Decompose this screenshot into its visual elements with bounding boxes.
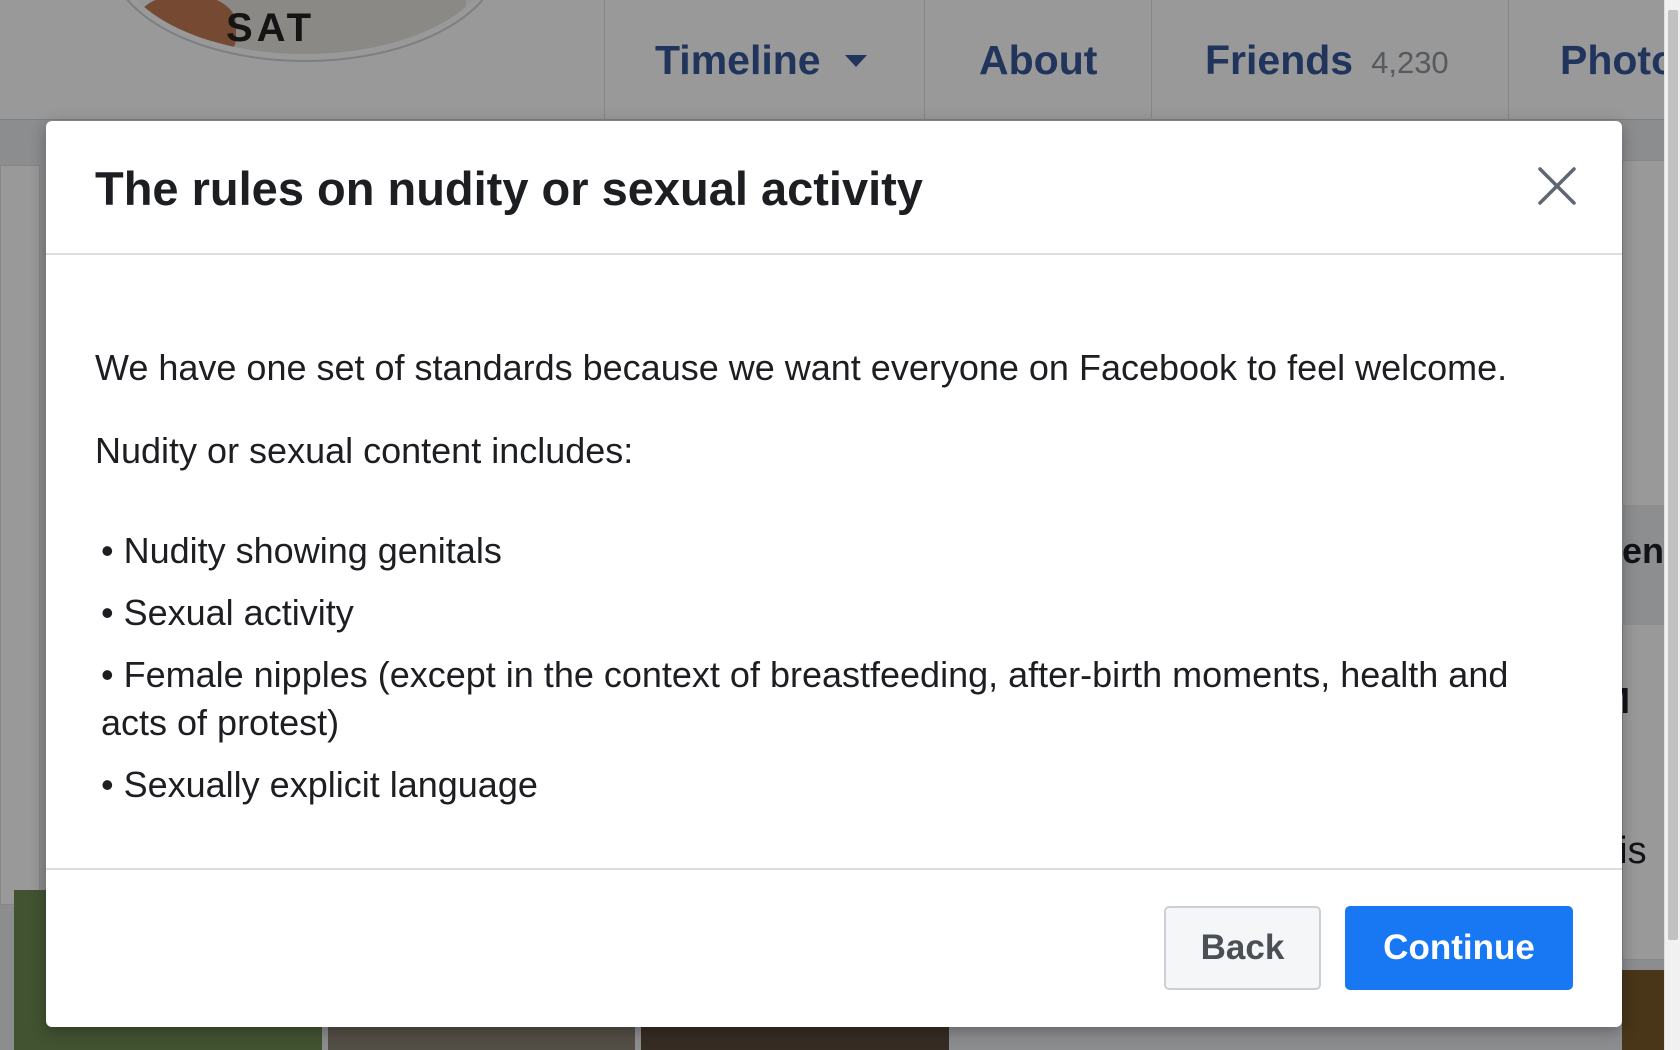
- page-scrollbar[interactable]: [1664, 0, 1680, 1050]
- close-icon: [1538, 167, 1576, 205]
- close-button[interactable]: [1534, 163, 1580, 209]
- continue-button[interactable]: Continue: [1345, 906, 1573, 990]
- rules-list: • Nudity showing genitals • Sexual activ…: [101, 527, 1561, 823]
- rules-dialog: The rules on nudity or sexual activity W…: [46, 121, 1622, 1027]
- includes-heading: Nudity or sexual content includes:: [95, 430, 634, 471]
- dialog-body: We have one set of standards because we …: [46, 255, 1622, 867]
- rule-item: • Sexually explicit language: [101, 764, 538, 805]
- rule-item: • Female nipples (except in the context …: [101, 654, 1509, 743]
- rule-item: • Sexual activity: [101, 592, 354, 633]
- scrollbar-thumb[interactable]: [1668, 10, 1678, 940]
- standards-intro: We have one set of standards because we …: [95, 347, 1508, 388]
- dialog-header: The rules on nudity or sexual activity: [46, 121, 1622, 255]
- dialog-footer: Back Continue: [46, 868, 1622, 1027]
- back-button[interactable]: Back: [1164, 906, 1321, 990]
- dialog-title: The rules on nudity or sexual activity: [95, 162, 923, 215]
- rule-item: • Nudity showing genitals: [101, 530, 502, 571]
